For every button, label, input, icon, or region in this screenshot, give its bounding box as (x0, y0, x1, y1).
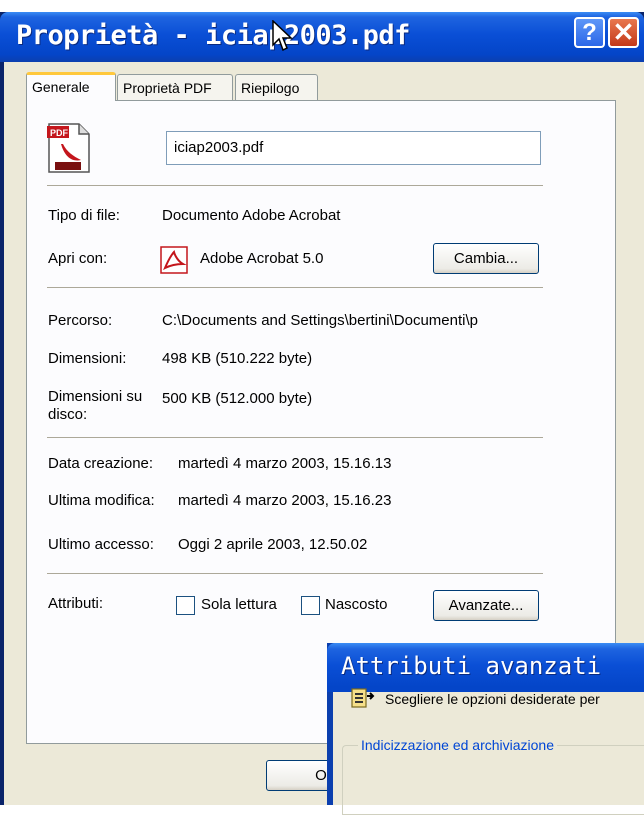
size-on-disk-label: Dimensioni su (48, 388, 143, 405)
size-on-disk-value: 500 KB (512.000 byte) (162, 390, 313, 407)
size-label: Dimensioni: (48, 350, 127, 367)
close-button[interactable]: ✕ (608, 17, 639, 48)
open-with-label: Apri con: (48, 250, 108, 267)
path-label: Percorso: (48, 312, 113, 329)
advanced-dialog-title: Attributi avanzati (341, 652, 602, 680)
window-title: Proprietà - iciap2003.pdf (16, 20, 410, 51)
pdf-file-icon: PDF (47, 123, 90, 173)
separator (47, 573, 543, 574)
created-label: Data creazione: (48, 455, 154, 472)
hidden-label[interactable]: Nascosto (325, 596, 388, 613)
size-value: 498 KB (510.222 byte) (162, 350, 313, 367)
tab-generale[interactable]: Generale (26, 72, 116, 101)
file-name-input[interactable]: iciap2003.pdf (166, 131, 541, 165)
readonly-checkbox[interactable] (176, 596, 195, 615)
size-on-disk-label-line2: disco: (48, 406, 88, 423)
created-value: martedì 4 marzo 2003, 15.16.13 (178, 455, 392, 472)
acrobat-icon (160, 246, 188, 274)
readonly-label[interactable]: Sola lettura (201, 596, 277, 613)
modified-value: martedì 4 marzo 2003, 15.16.23 (178, 492, 392, 509)
folder-settings-icon (351, 688, 375, 708)
advanced-button[interactable]: Avanzate... (433, 590, 539, 621)
open-with-value: Adobe Acrobat 5.0 (200, 250, 324, 267)
accessed-value: Oggi 2 aprile 2003, 12.50.02 (178, 536, 368, 553)
tab-riepilogo[interactable]: Riepilogo (235, 74, 318, 100)
advanced-dialog-description: Scegliere le opzioni desiderate per (385, 691, 600, 707)
change-button[interactable]: Cambia... (433, 243, 539, 274)
modified-label: Ultima modifica: (48, 492, 155, 509)
svg-text:PDF: PDF (50, 128, 69, 138)
separator (47, 287, 543, 288)
path-value: C:\Documents and Settings\bertini\Docume… (162, 312, 478, 329)
hidden-checkbox[interactable] (301, 596, 320, 615)
separator (47, 185, 543, 186)
mouse-cursor-icon (272, 20, 293, 52)
attributes-label: Attributi: (48, 595, 104, 612)
separator (47, 437, 543, 438)
indexing-group-label: Indicizzazione ed archiviazione (358, 737, 557, 753)
file-type-value: Documento Adobe Acrobat (162, 207, 341, 224)
help-button[interactable]: ? (574, 17, 605, 48)
tab-proprieta-pdf[interactable]: Proprietà PDF (117, 74, 233, 100)
file-type-label: Tipo di file: (48, 207, 120, 224)
accessed-label: Ultimo accesso: (48, 536, 154, 553)
